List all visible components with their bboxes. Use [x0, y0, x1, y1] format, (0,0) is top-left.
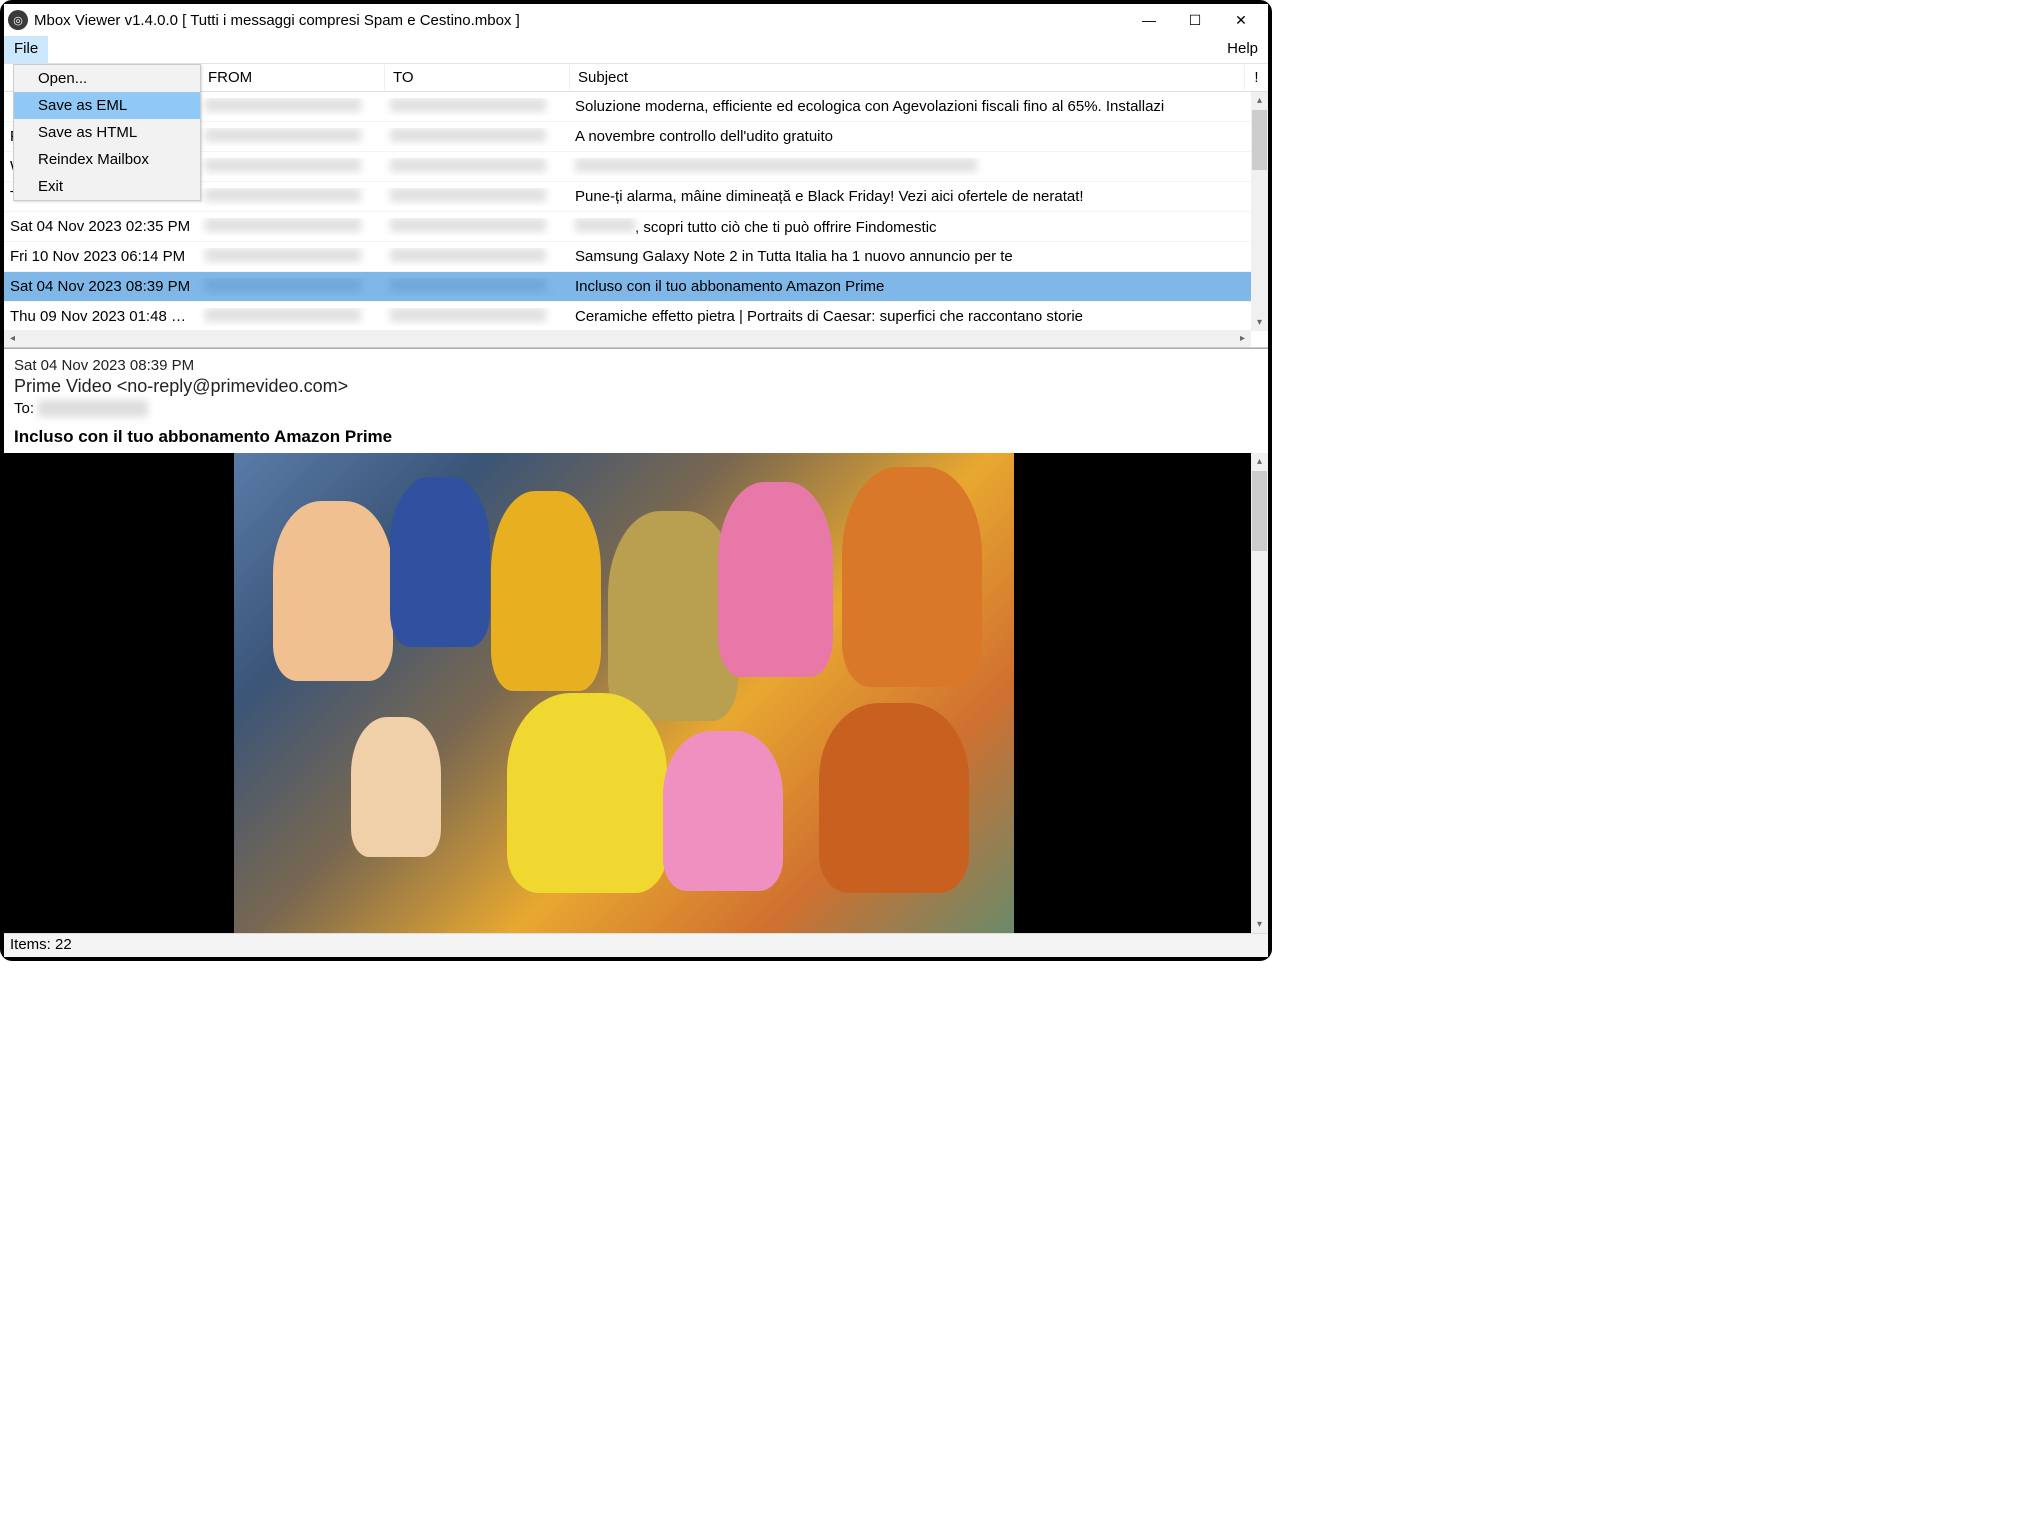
cell-from [199, 308, 384, 326]
table-row[interactable]: Thu 09 Nov 2023 01:48 PM Ceramiche effett… [4, 302, 1251, 332]
cell-from [199, 128, 384, 146]
preview-pane: Sat 04 Nov 2023 08:39 PM Prime Video <no… [4, 348, 1268, 933]
cell-to [384, 278, 569, 296]
cell-to [384, 128, 569, 146]
scroll-up-icon[interactable]: ▴ [1251, 92, 1268, 109]
column-to[interactable]: TO [384, 65, 569, 90]
menubar: File Help [4, 36, 1268, 64]
scroll-down-icon[interactable]: ▾ [1251, 916, 1268, 933]
table-row[interactable]: Fri 10 Nov 2023 06:14 PM Samsung Galaxy N… [4, 242, 1251, 272]
table-row[interactable]: Sat 04 Nov 2023 02:35 PM , scopri tutto c… [4, 212, 1251, 242]
preview-to-value-redacted: xxxx [38, 400, 148, 417]
cell-to [384, 98, 569, 116]
cell-subject: A novembre controllo dell'udito gratuito [569, 128, 1251, 145]
menu-reindex[interactable]: Reindex Mailbox [14, 146, 200, 173]
scroll-left-icon[interactable]: ◂ [4, 330, 21, 347]
file-dropdown: Open... Save as EML Save as HTML Reindex… [13, 64, 201, 201]
cell-subject: Samsung Galaxy Note 2 in Tutta Italia ha… [569, 248, 1251, 265]
cell-to [384, 158, 569, 176]
preview-to-label: To: [14, 400, 38, 417]
scroll-thumb[interactable] [1252, 471, 1267, 551]
cell-from [199, 248, 384, 266]
menu-save-html[interactable]: Save as HTML [14, 119, 200, 146]
preview-date: Sat 04 Nov 2023 08:39 PM [14, 357, 1258, 374]
preview-header: Sat 04 Nov 2023 08:39 PM Prime Video <no… [4, 349, 1268, 453]
preview-image [234, 453, 1014, 933]
status-items: Items: 22 [10, 936, 72, 953]
minimize-button[interactable]: — [1126, 5, 1172, 35]
scroll-thumb[interactable] [1252, 110, 1267, 170]
list-scrollbar-horizontal[interactable]: ◂ ▸ [4, 330, 1251, 347]
menu-exit[interactable]: Exit [14, 173, 200, 200]
column-subject[interactable]: Subject [569, 65, 1244, 90]
scroll-right-icon[interactable]: ▸ [1234, 330, 1251, 347]
menu-open[interactable]: Open... [14, 65, 200, 92]
app-icon: ◎ [8, 10, 28, 30]
column-excl[interactable]: ! [1244, 65, 1268, 90]
table-row[interactable]: Sat 04 Nov 2023 08:39 PM Incluso con il t… [4, 272, 1251, 302]
cell-date: Sat 04 Nov 2023 08:39 PM [4, 278, 199, 295]
cell-from [199, 158, 384, 176]
preview-from: Prime Video <no-reply@primevideo.com> [14, 376, 1258, 397]
list-scrollbar-vertical[interactable]: ▴ ▾ [1251, 92, 1268, 331]
cell-to [384, 308, 569, 326]
close-button[interactable]: ✕ [1218, 5, 1264, 35]
window-controls: — ☐ ✕ [1126, 5, 1264, 35]
cell-from [199, 218, 384, 236]
cell-from [199, 278, 384, 296]
cell-date: Thu 09 Nov 2023 01:48 PM [4, 308, 199, 325]
maximize-button[interactable]: ☐ [1172, 5, 1218, 35]
cell-date: Fri 10 Nov 2023 06:14 PM [4, 248, 199, 265]
cell-to [384, 218, 569, 236]
cell-subject: , scopri tutto ciò che ti può offrire Fi… [569, 218, 1251, 236]
cell-subject: Ceramiche effetto pietra | Portraits di … [569, 308, 1251, 325]
cell-to [384, 248, 569, 266]
titlebar: ◎ Mbox Viewer v1.4.0.0 [ Tutti i messagg… [4, 4, 1268, 36]
cell-from [199, 188, 384, 206]
cell-subject: Incluso con il tuo abbonamento Amazon Pr… [569, 278, 1251, 295]
cell-to [384, 188, 569, 206]
preview-body: ▴ ▾ [4, 453, 1268, 933]
window-title: Mbox Viewer v1.4.0.0 [ Tutti i messaggi … [34, 12, 1126, 29]
menu-file[interactable]: File [4, 36, 48, 63]
scroll-down-icon[interactable]: ▾ [1251, 314, 1268, 331]
preview-to: To: xxxx [14, 400, 1258, 417]
cell-date: Sat 04 Nov 2023 02:35 PM [4, 218, 199, 235]
column-from[interactable]: FROM [199, 65, 384, 90]
statusbar: Items: 22 [4, 933, 1268, 957]
preview-subject: Incluso con il tuo abbonamento Amazon Pr… [14, 427, 1258, 447]
scroll-up-icon[interactable]: ▴ [1251, 453, 1268, 470]
preview-scrollbar-vertical[interactable]: ▴ ▾ [1251, 453, 1268, 933]
cell-from [199, 98, 384, 116]
cell-subject: Soluzione moderna, efficiente ed ecologi… [569, 98, 1251, 115]
cell-subject [569, 158, 1251, 176]
menu-help[interactable]: Help [1217, 36, 1268, 63]
menu-save-eml[interactable]: Save as EML [14, 92, 200, 119]
cell-subject: Pune-ți alarma, mâine dimineață e Black … [569, 188, 1251, 205]
